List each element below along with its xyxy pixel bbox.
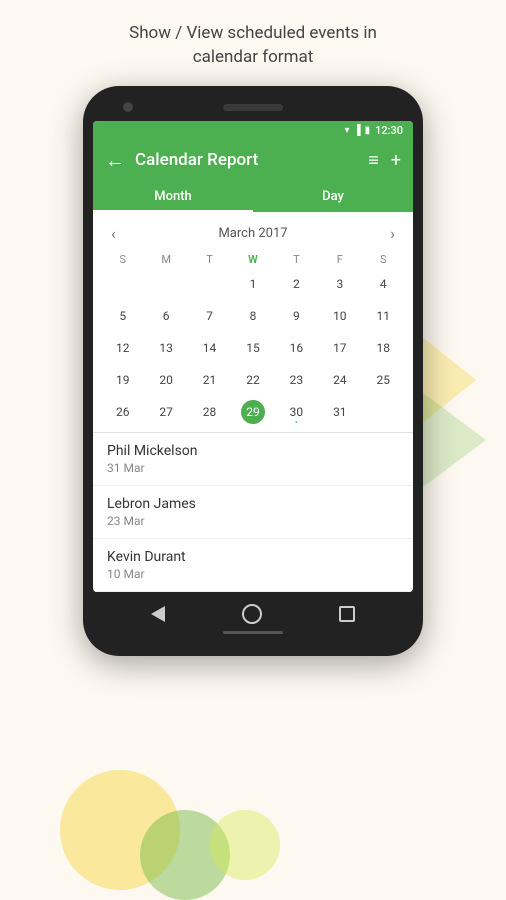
day-header-tue: T — [188, 251, 231, 268]
calendar-day[interactable]: 28 — [188, 396, 231, 428]
phone-screen: ▾ ▐ ▮ 12:30 ← Calendar Report ≡ + Month … — [93, 121, 413, 592]
calendar-day[interactable]: 4 — [362, 268, 405, 300]
calendar-day[interactable]: 16 — [275, 332, 318, 364]
calendar-day[interactable]: 3 — [318, 268, 361, 300]
calendar-day[interactable]: 19 — [101, 364, 144, 396]
calendar-day[interactable]: 9 — [275, 300, 318, 332]
prev-month-button[interactable]: ‹ — [105, 222, 122, 245]
day-header-sat: S — [362, 251, 405, 268]
list-view-button[interactable]: ≡ — [368, 150, 379, 171]
calendar-day[interactable]: 14 — [188, 332, 231, 364]
calendar-day[interactable]: 25 — [362, 364, 405, 396]
event-date: 10 Mar — [107, 567, 399, 581]
tab-month[interactable]: Month — [93, 181, 253, 212]
calendar-day — [101, 268, 144, 300]
calendar-day[interactable]: 18 — [362, 332, 405, 364]
calendar-day[interactable]: 24 — [318, 364, 361, 396]
calendar-day[interactable]: 6 — [144, 300, 187, 332]
signal-icon: ▐ — [353, 125, 360, 136]
day-header-thu: T — [275, 251, 318, 268]
calendar-day[interactable]: 2 — [275, 268, 318, 300]
calendar-day[interactable]: 15 — [231, 332, 274, 364]
calendar-day — [362, 396, 405, 428]
app-bar: ← Calendar Report ≡ + — [93, 140, 413, 181]
back-button[interactable]: ← — [105, 148, 125, 173]
bg-decoration-lime — [210, 810, 280, 880]
calendar-day[interactable]: 17 — [318, 332, 361, 364]
app-bar-title: Calendar Report — [135, 150, 358, 170]
page-header-text: Show / View scheduled events incalendar … — [129, 22, 377, 70]
calendar-month-title: March 2017 — [218, 226, 287, 241]
status-bar: ▾ ▐ ▮ 12:30 — [93, 121, 413, 140]
calendar-grid: S M T W T F S 12345678910111213141516171… — [101, 251, 405, 428]
calendar-day[interactable]: 20 — [144, 364, 187, 396]
day-header-wed: W — [231, 251, 274, 268]
calendar-day[interactable]: 5 — [101, 300, 144, 332]
calendar-day — [188, 268, 231, 300]
calendar-day[interactable]: 10 — [318, 300, 361, 332]
events-list: Phil Mickelson 31 Mar Lebron James 23 Mar Ke… — [93, 433, 413, 592]
day-header-mon: M — [144, 251, 187, 268]
nav-home-button[interactable] — [242, 604, 262, 624]
calendar-day[interactable]: 29 — [231, 396, 274, 428]
phone-bottom-nav — [93, 592, 413, 632]
calendar-day[interactable]: 22 — [231, 364, 274, 396]
tab-bar: Month Day — [93, 181, 413, 212]
calendar-day[interactable]: 12 — [101, 332, 144, 364]
battery-icon: ▮ — [365, 125, 371, 136]
calendar-day[interactable]: 21 — [188, 364, 231, 396]
next-month-button[interactable]: › — [384, 222, 401, 245]
event-name: Phil Mickelson — [107, 443, 399, 459]
calendar-day[interactable]: 11 — [362, 300, 405, 332]
calendar-day[interactable]: 27 — [144, 396, 187, 428]
calendar-day[interactable]: 7 — [188, 300, 231, 332]
nav-recents-button[interactable] — [339, 606, 355, 622]
calendar-day[interactable]: 30 — [275, 396, 318, 428]
event-name: Lebron James — [107, 496, 399, 512]
event-name: Kevin Durant — [107, 549, 399, 565]
day-header-sun: S — [101, 251, 144, 268]
calendar-nav: ‹ March 2017 › — [101, 220, 405, 251]
event-item[interactable]: Kevin Durant 10 Mar — [93, 539, 413, 592]
calendar-day[interactable]: 1 — [231, 268, 274, 300]
add-event-button[interactable]: + — [391, 150, 401, 171]
day-header-fri: F — [318, 251, 361, 268]
event-item[interactable]: Lebron James 23 Mar — [93, 486, 413, 539]
bottom-line — [223, 631, 283, 634]
phone-top-bar — [93, 100, 413, 121]
calendar-day[interactable]: 23 — [275, 364, 318, 396]
calendar-day[interactable]: 31 — [318, 396, 361, 428]
calendar-section: ‹ March 2017 › S M T W T F S — [93, 212, 413, 433]
calendar-day[interactable]: 8 — [231, 300, 274, 332]
wifi-icon: ▾ — [344, 125, 349, 136]
calendar-day[interactable]: 26 — [101, 396, 144, 428]
phone-speaker — [223, 104, 283, 111]
phone-bottom-bar — [93, 632, 413, 638]
tab-day[interactable]: Day — [253, 181, 413, 212]
phone-frame: ▾ ▐ ▮ 12:30 ← Calendar Report ≡ + Month … — [83, 86, 423, 656]
status-time: 12:30 — [375, 124, 403, 137]
event-item[interactable]: Phil Mickelson 31 Mar — [93, 433, 413, 486]
app-bar-actions: ≡ + — [368, 150, 401, 171]
event-date: 23 Mar — [107, 514, 399, 528]
phone-camera — [123, 102, 133, 112]
page-header: Show / View scheduled events incalendar … — [99, 0, 407, 86]
calendar-day — [144, 268, 187, 300]
event-date: 31 Mar — [107, 461, 399, 475]
calendar-day[interactable]: 13 — [144, 332, 187, 364]
nav-back-button[interactable] — [151, 606, 165, 622]
status-icons: ▾ ▐ ▮ — [344, 125, 370, 136]
